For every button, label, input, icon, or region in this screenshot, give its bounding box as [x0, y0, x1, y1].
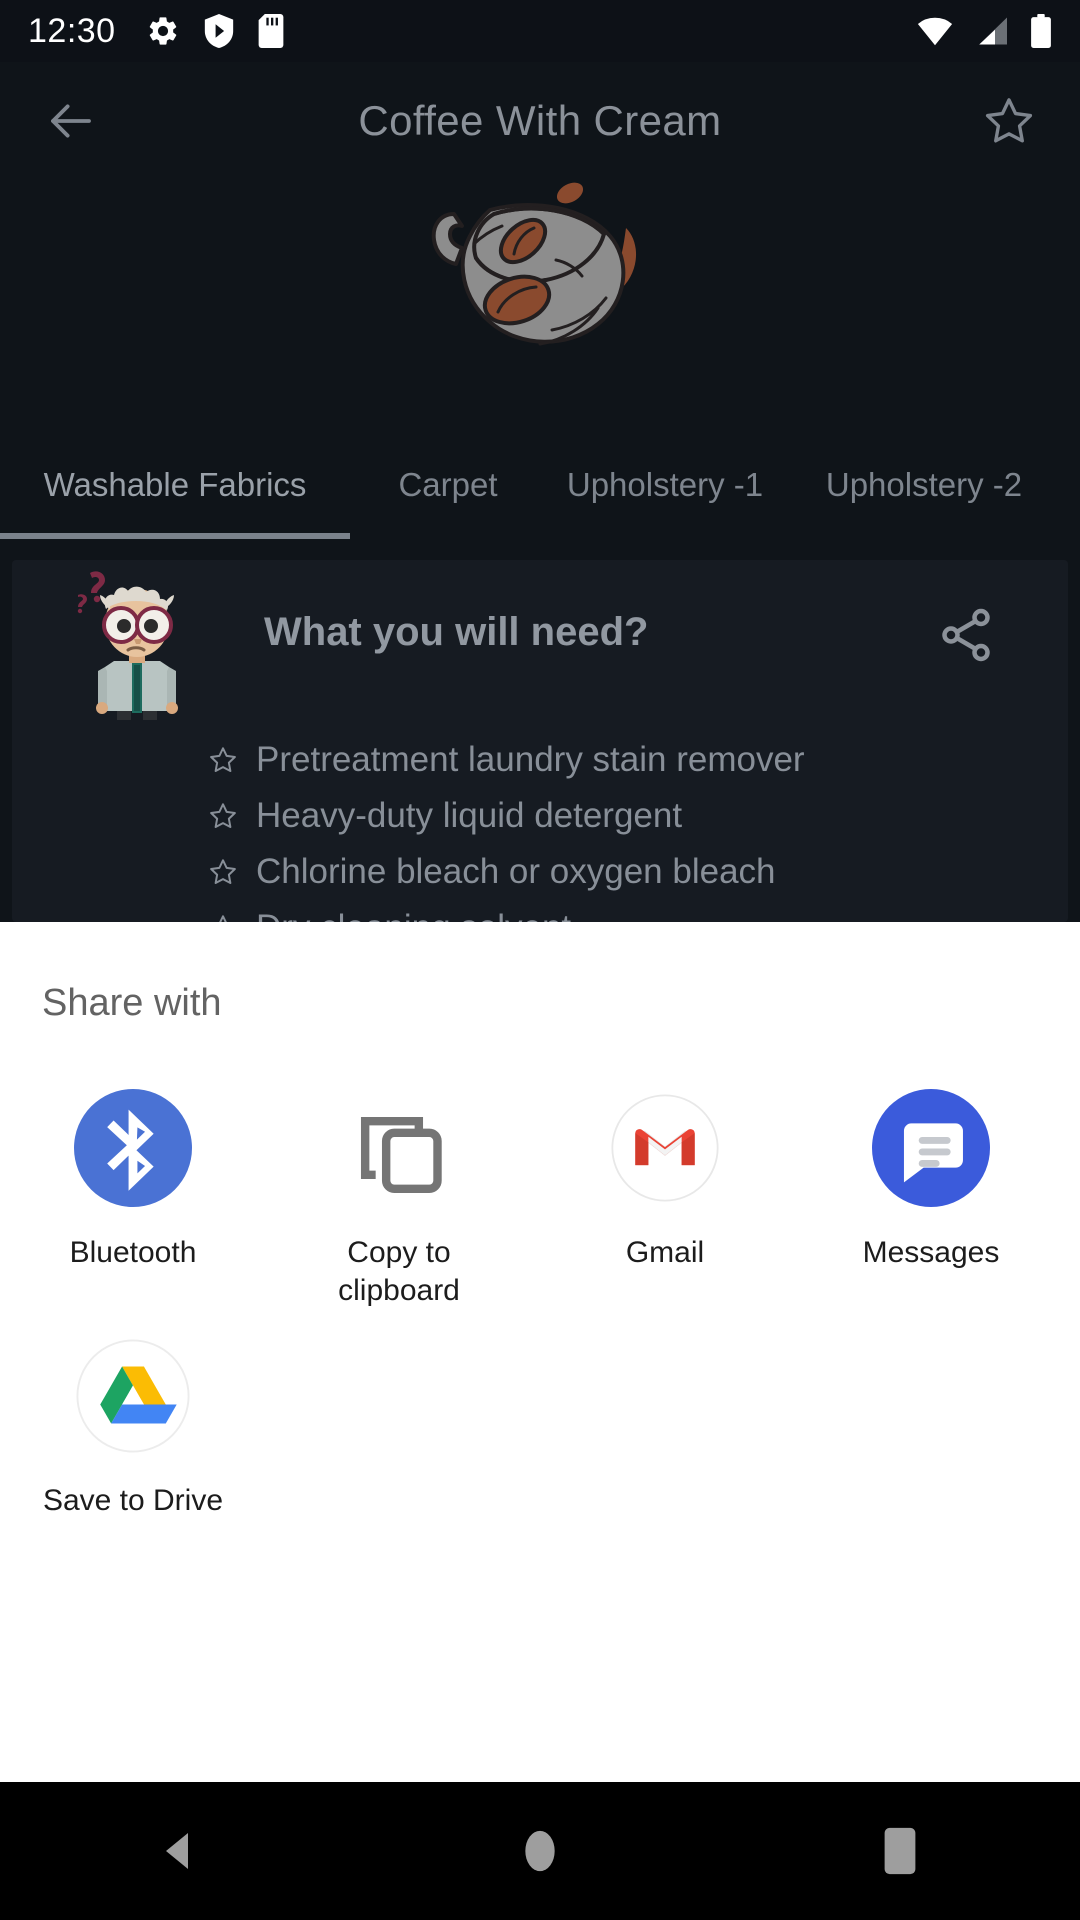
hero-logo — [0, 172, 1080, 372]
list-item: Pretreatment laundry stain remover — [208, 732, 805, 788]
share-target-label: Save to Drive — [42, 1484, 224, 1517]
nav-home-icon[interactable] — [480, 1782, 600, 1920]
star-bullet-icon — [210, 859, 236, 884]
share-target-label: Copy to clipboard — [338, 1236, 460, 1307]
card-title: What you will need? — [264, 610, 649, 654]
page-title: Coffee With Cream — [358, 97, 722, 144]
nav-recents-icon[interactable] — [840, 1782, 960, 1920]
share-target-copy-to-clipboard[interactable]: Copy to clipboard — [266, 1062, 532, 1310]
star-bullet-icon — [210, 803, 236, 828]
list-item-label: Heavy-duty liquid detergent — [256, 796, 683, 835]
tab-active-indicator — [0, 533, 350, 539]
wifi-icon — [916, 16, 954, 46]
share-targets-grid: Bluetooth Copy to clipboard Gmail Messag… — [0, 1062, 1080, 1520]
share-target-gmail[interactable]: Gmail — [532, 1062, 798, 1310]
star-bullet-icon — [210, 747, 236, 772]
status-right-icons — [916, 14, 1052, 48]
back-arrow-icon[interactable] — [44, 94, 98, 148]
gmail-icon — [605, 1088, 725, 1208]
list-item-label: Dry cleaning solvent — [256, 908, 571, 922]
google-drive-icon — [73, 1336, 193, 1456]
tab-washable-fabrics[interactable]: Washable Fabrics — [0, 430, 350, 540]
battery-icon — [1030, 14, 1052, 48]
phone-screen: 12:30 Coffee With Cream Washable Fabrics… — [0, 0, 1080, 1920]
status-bar: 12:30 — [0, 0, 1080, 62]
list-item: Heavy-duty liquid detergent — [208, 788, 805, 844]
share-sheet: Share with Bluetooth Copy to clipboard G… — [0, 922, 1080, 1782]
list-item-label: Chlorine bleach or oxygen bleach — [256, 852, 776, 891]
share-target-bluetooth[interactable]: Bluetooth — [0, 1062, 266, 1310]
share-target-save-to-drive[interactable]: Save to Drive — [0, 1310, 266, 1520]
star-bullet-icon — [219, 915, 227, 922]
tab-bar: Washable Fabrics Carpet Upholstery -1 Up… — [0, 430, 1080, 540]
what-you-will-need-card: What you will need? Pretreatment laundry… — [12, 560, 1068, 922]
share-sheet-title: Share with — [42, 982, 222, 1024]
confused-scientist-avatar — [72, 565, 202, 720]
list-item: Chlorine bleach or oxygen bleach — [208, 844, 805, 900]
tab-upholstery-1[interactable]: Upholstery -1 — [546, 430, 784, 540]
nav-back-icon[interactable] — [120, 1782, 240, 1920]
list-item: Dry cleaning solvent — [208, 900, 805, 922]
android-navigation-bar — [0, 1782, 1080, 1920]
messages-icon — [871, 1088, 991, 1208]
list-item-label: Pretreatment laundry stain remover — [256, 740, 805, 779]
bluetooth-icon — [73, 1088, 193, 1208]
share-target-label: Messages — [862, 1236, 1000, 1269]
coffee-cup-logo — [390, 170, 690, 375]
play-protect-shield-icon — [204, 14, 234, 48]
status-left-icons — [146, 14, 284, 48]
share-target-messages[interactable]: Messages — [798, 1062, 1064, 1310]
star-outline-icon[interactable] — [982, 94, 1036, 148]
needed-items-list: Pretreatment laundry stain remover Heavy… — [208, 732, 805, 922]
copy-to-clipboard-icon — [339, 1088, 459, 1208]
tab-carpet[interactable]: Carpet — [350, 430, 546, 540]
card-header: What you will need? — [12, 560, 1068, 720]
app-bar: Coffee With Cream — [0, 62, 1080, 180]
share-target-label: Bluetooth — [69, 1236, 197, 1269]
cellular-signal-icon — [974, 16, 1010, 46]
share-target-label: Gmail — [625, 1236, 705, 1269]
status-clock: 12:30 — [28, 11, 116, 50]
sd-card-icon — [258, 14, 284, 48]
settings-gear-icon — [146, 14, 180, 48]
share-icon[interactable] — [936, 605, 996, 665]
tab-upholstery-2[interactable]: Upholstery -2 — [784, 430, 1064, 540]
